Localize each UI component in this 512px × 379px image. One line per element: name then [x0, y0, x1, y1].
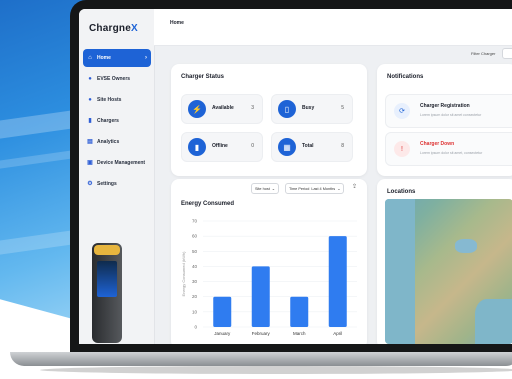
x-tick-label: January [214, 331, 231, 336]
card-title: Notifications [387, 74, 424, 80]
laptop-base [10, 352, 512, 366]
bar [328, 236, 347, 327]
stat-offline[interactable]: ▮ Offline 0 [181, 132, 263, 162]
dropdown-label: Time Period [289, 186, 310, 191]
stat-label: Available [212, 105, 234, 111]
gear-icon: ⚙ [87, 181, 93, 187]
stat-total[interactable]: ▦ Total 8 [271, 132, 353, 162]
card-title: Energy Consumed [181, 201, 235, 207]
y-tick-label: 50 [192, 249, 198, 254]
share-icon[interactable]: ⇪ [352, 183, 357, 190]
energy-bar-chart: 0 10 20 30 40 50 60 70 Energy Consumed (kWh) Janu… [181, 219, 357, 336]
y-axis-label: Energy Consumed (kWh) [181, 251, 186, 297]
sidebar-item-label: Chargers [97, 118, 119, 124]
chevron-down-icon: ⌄ [271, 187, 275, 191]
bar [213, 296, 232, 327]
stat-value: 0 [251, 143, 254, 149]
sidebar-item-label: EVSE Owners [97, 76, 131, 82]
sidebar-item-label: Device Management [97, 160, 146, 166]
analytics-icon: ▤ [87, 139, 93, 145]
device-screen [97, 261, 117, 297]
filter-charger-select[interactable] [502, 48, 512, 59]
stat-busy[interactable]: ▯ Busy 5 [271, 94, 353, 124]
stat-value: 8 [341, 143, 344, 149]
stat-value: 5 [341, 105, 344, 111]
page-title: Home [170, 20, 184, 26]
notification-item[interactable]: ! Charger Down Lorem ipsum dolor sit ame… [385, 132, 512, 166]
locations-map[interactable] [385, 199, 512, 344]
laptop-shadow [40, 366, 512, 374]
sidebar-item-settings[interactable]: ⚙ Settings [83, 175, 151, 193]
notification-title: Charger Registration [420, 103, 470, 109]
bar [251, 266, 270, 327]
app-logo[interactable]: ChargneX [89, 23, 138, 34]
notification-item[interactable]: ⟳ Charger Registration Lorem ipsum dolor… [385, 94, 512, 128]
plug-icon: ⚡ [188, 100, 206, 118]
charger-status-card: Charger Status ⚡ Available 3 ▯ Busy 5 ▮ … [171, 64, 367, 176]
map-ocean [385, 199, 415, 344]
sidebar-item-analytics[interactable]: ▤ Analytics [83, 133, 151, 151]
ev-charger-device [92, 243, 122, 343]
battery-icon: ▯ [278, 100, 296, 118]
charger-offline-icon: ▮ [188, 138, 206, 156]
sidebar-item-label: Settings [97, 181, 117, 187]
notification-desc: Lorem ipsum dolor sit amet, consectetur [420, 151, 483, 155]
home-icon: ⌂ [88, 55, 92, 61]
sidebar-item-label: Analytics [97, 139, 120, 145]
notification-title: Charger Down [420, 141, 455, 147]
filter-label: Filter Charger [471, 51, 496, 56]
y-tick-label: 10 [192, 309, 198, 314]
app-screen: ChargneX ⌂ Home › ● EVSE Owners ● Site H… [79, 9, 512, 344]
card-title: Locations [387, 189, 416, 195]
device-icon: ▣ [87, 160, 93, 166]
map-coast [475, 299, 512, 344]
dropdown-value: Last 4 Months [311, 186, 336, 191]
y-tick-label: 40 [192, 264, 198, 269]
x-tick-label: March [293, 331, 306, 336]
users-icon: ● [88, 76, 92, 82]
energy-card: Site host ⌄ Time Period Last 4 Months ⌄ … [171, 179, 367, 344]
chevron-down-icon: ⌄ [337, 187, 341, 191]
top-bar: Home [154, 9, 512, 46]
time-period-dropdown[interactable]: Time Period Last 4 Months ⌄ [285, 183, 345, 194]
device-top [94, 245, 120, 255]
notification-desc: Lorem ipsum dolor sit amet consectetur [420, 113, 482, 117]
sidebar-item-device-management[interactable]: ▣ Device Management [83, 154, 151, 172]
map-lake [455, 239, 477, 253]
alert-icon: ! [394, 141, 410, 157]
y-tick-label: 20 [192, 294, 198, 299]
site-host-dropdown[interactable]: Site host ⌄ [251, 183, 279, 194]
sidebar-item-label: Site Hosts [97, 97, 122, 103]
sidebar-item-chargers[interactable]: ▮ Chargers [83, 112, 151, 130]
y-tick-label: 60 [192, 234, 198, 239]
user-group-icon: ● [88, 97, 92, 103]
x-tick-label: February [252, 331, 271, 336]
y-tick-label: 70 [192, 219, 198, 224]
stat-label: Offline [212, 143, 228, 149]
sidebar-nav: ⌂ Home › ● EVSE Owners ● Site Hosts ▮ Ch… [83, 49, 151, 196]
grid-icon: ▦ [278, 138, 296, 156]
x-tick-label: April [333, 331, 342, 336]
stat-available[interactable]: ⚡ Available 3 [181, 94, 263, 124]
stat-label: Total [302, 143, 314, 149]
sidebar-item-home[interactable]: ⌂ Home › [83, 49, 151, 67]
sidebar-item-site-hosts[interactable]: ● Site Hosts [83, 91, 151, 109]
y-tick-label: 30 [192, 279, 198, 284]
chevron-right-icon: › [145, 55, 147, 61]
stat-label: Busy [302, 105, 315, 111]
sidebar-item-evse-owners[interactable]: ● EVSE Owners [83, 70, 151, 88]
stat-value: 3 [251, 105, 254, 111]
bar [290, 296, 309, 327]
notifications-card: Notifications ⟳ Charger Registration Lor… [377, 64, 512, 176]
card-title: Charger Status [181, 74, 225, 80]
sidebar-item-label: Home [97, 55, 111, 61]
charger-icon: ▮ [88, 118, 92, 124]
dropdown-value: Site host [255, 186, 270, 191]
y-tick-label: 0 [194, 325, 197, 330]
registration-icon: ⟳ [394, 103, 410, 119]
